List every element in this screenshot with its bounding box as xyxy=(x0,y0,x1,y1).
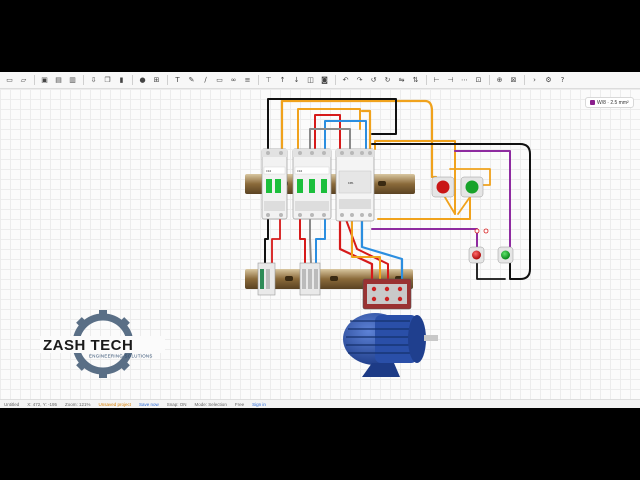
new-file-icon[interactable]: ▭ xyxy=(4,75,15,86)
save-as-icon[interactable]: ▤ xyxy=(53,75,64,86)
status-zoom: Zoom: 121% xyxy=(64,401,91,407)
status-mode: Mode: Selection xyxy=(194,401,227,407)
lock-icon[interactable]: ◙ xyxy=(319,75,330,86)
drawing-canvas[interactable]: C16 C16 KM1 ZASH TECH ENGINEERING SOLUTI… xyxy=(0,89,640,399)
toolbar-separator xyxy=(167,75,168,85)
stop-button[interactable] xyxy=(431,176,455,198)
wire-color-swatch xyxy=(590,100,595,105)
green-indicator-lamp[interactable] xyxy=(497,246,514,264)
copy-icon[interactable]: ❐ xyxy=(102,75,113,86)
help-icon[interactable]: ? xyxy=(557,75,568,86)
toolbar: ▭ ▱ ▣ ▤ ▥ ⇩ ❐ ▮ ● ⊞ T ✎ ∕ ▭ ∞ ≡ ⊤ ↑ ↓ ◫ ◙ ↶ ↷ ↺ ↻ ⇋ ⇅ ⊢ ⊣ ⋯ ⊡ ⊕ ⊠ › ⚙? xyxy=(0,72,640,89)
wire-size-label: W/8 · 2.5 mm² xyxy=(597,99,629,106)
delete-icon[interactable]: ▮ xyxy=(116,75,127,86)
status-plan: Free xyxy=(234,401,245,407)
company-logo: ZASH TECH ENGINEERING SOLUTIONS xyxy=(40,310,165,378)
rotate-right-icon[interactable]: ↻ xyxy=(382,75,393,86)
mcb-1-rating: C16 xyxy=(266,169,271,173)
play-icon[interactable]: › xyxy=(529,75,540,86)
status-snap: Snap: ON xyxy=(166,401,187,407)
settings-icon[interactable]: ⚙ xyxy=(543,75,554,86)
send-backward-icon[interactable]: ↓ xyxy=(291,75,302,86)
contactor[interactable]: KM1 xyxy=(335,148,375,222)
contactor-label: KM1 xyxy=(348,181,354,185)
status-unsaved-warning: Unsaved project xyxy=(98,401,132,407)
flip-horizontal-icon[interactable]: ⇋ xyxy=(396,75,407,86)
status-file: Untitled xyxy=(4,401,20,407)
zoom-fit-icon[interactable]: ⊠ xyxy=(508,75,519,86)
save-now-link[interactable]: Save now xyxy=(139,402,159,407)
download-icon[interactable]: ⇩ xyxy=(88,75,99,86)
toolbar-separator xyxy=(489,75,490,85)
zoom-in-icon[interactable]: ⊕ xyxy=(494,75,505,86)
grid-icon[interactable]: ⊞ xyxy=(151,75,162,86)
sign-in-link[interactable]: Sign in xyxy=(252,402,266,407)
start-button[interactable] xyxy=(460,176,484,198)
toolbar-separator xyxy=(83,75,84,85)
logo-subtitle: ENGINEERING SOLUTIONS xyxy=(89,354,153,359)
terminal-block-right[interactable] xyxy=(299,262,321,296)
terminal-block-left[interactable] xyxy=(257,262,276,296)
export-icon[interactable]: ▥ xyxy=(67,75,78,86)
app-window: ▭ ▱ ▣ ▤ ▥ ⇩ ❐ ▮ ● ⊞ T ✎ ∕ ▭ ∞ ≡ ⊤ ↑ ↓ ◫ ◙ ↶ ↷ ↺ ↻ ⇋ ⇅ ⊢ ⊣ ⋯ ⊡ ⊕ ⊠ › ⚙? xyxy=(0,72,640,408)
distribute-icon[interactable]: ⋯ xyxy=(459,75,470,86)
toolbar-separator xyxy=(524,75,525,85)
toolbar-separator xyxy=(335,75,336,85)
open-folder-icon[interactable]: ▱ xyxy=(18,75,29,86)
shape-tool-icon[interactable]: ▭ xyxy=(214,75,225,86)
redo-icon[interactable]: ↷ xyxy=(354,75,365,86)
start-button-cap xyxy=(465,180,479,194)
toolbar-separator xyxy=(258,75,259,85)
wire-size-badge[interactable]: W/8 · 2.5 mm² xyxy=(585,97,634,108)
logo-title: ZASH TECH xyxy=(43,337,133,354)
status-coords: X: 472, Y: -195 xyxy=(27,401,57,407)
toolbar-separator xyxy=(132,75,133,85)
toolbar-separator xyxy=(34,75,35,85)
text-tool-icon[interactable]: T xyxy=(172,75,183,86)
motor-terminal-box[interactable] xyxy=(362,278,412,310)
electric-motor[interactable] xyxy=(343,313,438,377)
align-right-icon[interactable]: ⊣ xyxy=(445,75,456,86)
group-icon[interactable]: ⊡ xyxy=(473,75,484,86)
toolbar-separator xyxy=(426,75,427,85)
layers-icon[interactable]: ≡ xyxy=(242,75,253,86)
mcb-breaker-2[interactable]: C16 xyxy=(292,148,332,220)
red-indicator-lamp[interactable] xyxy=(468,246,485,264)
undo-icon[interactable]: ↶ xyxy=(340,75,351,86)
mcb-2-rating: C16 xyxy=(297,169,302,173)
flip-vertical-icon[interactable]: ⇅ xyxy=(410,75,421,86)
stop-button-cap xyxy=(436,180,450,194)
bring-forward-icon[interactable]: ↑ xyxy=(277,75,288,86)
line-tool-icon[interactable]: ∕ xyxy=(200,75,211,86)
save-icon[interactable]: ▣ xyxy=(39,75,50,86)
add-component-icon[interactable]: ● xyxy=(137,75,148,86)
junction-markers xyxy=(474,228,489,234)
wiring-diagram: C16 C16 KM1 ZASH TECH ENGINEERING SOLUTI… xyxy=(40,98,531,378)
rotate-left-icon[interactable]: ↺ xyxy=(368,75,379,86)
pen-tool-icon[interactable]: ✎ xyxy=(186,75,197,86)
filter-icon[interactable]: ⊤ xyxy=(263,75,274,86)
link-icon[interactable]: ∞ xyxy=(228,75,239,86)
align-left-icon[interactable]: ⊢ xyxy=(431,75,442,86)
status-bar: Untitled X: 472, Y: -195 Zoom: 121% Unsa… xyxy=(0,399,640,408)
unlock-icon[interactable]: ◫ xyxy=(305,75,316,86)
mcb-breaker-1[interactable]: C16 xyxy=(261,148,288,220)
